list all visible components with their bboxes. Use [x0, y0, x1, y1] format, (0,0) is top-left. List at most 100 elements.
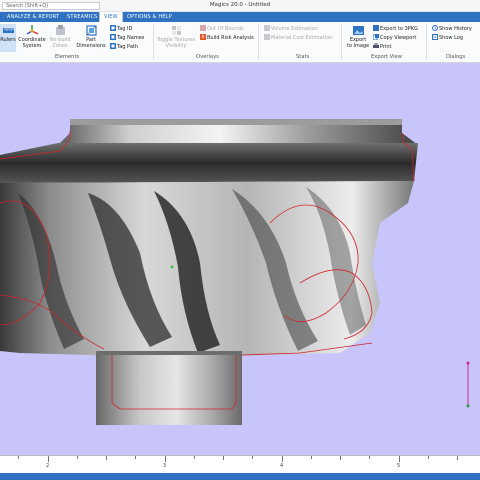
- history-icon: [432, 25, 438, 31]
- tag-icon: [110, 34, 116, 40]
- print-icon: [373, 43, 379, 49]
- title-bar: Search (Shift+Q) Magics 20.0 - Untitled: [0, 0, 480, 12]
- tag-names-button[interactable]: Tag Names: [110, 34, 144, 41]
- impeller-model: [0, 119, 470, 425]
- tab-options-help[interactable]: OPTIONS & HELP: [127, 12, 172, 22]
- top-hub: [0, 119, 418, 183]
- ruler-tick: [340, 456, 341, 460]
- window-title: Magics 20.0 - Untitled: [209, 2, 271, 8]
- axis-indicator: [466, 361, 470, 408]
- ruler-tick: [282, 456, 283, 462]
- export-image-label-2: to Image: [346, 42, 370, 49]
- ruler-tick: [399, 456, 400, 462]
- ruler-tick: [106, 456, 107, 460]
- 3d-viewport[interactable]: [0, 63, 480, 455]
- rulers-button[interactable]: Rulers: [0, 24, 16, 52]
- ruler-icon: [2, 24, 15, 37]
- part-dimensions-icon: [85, 24, 98, 37]
- ruler-tick: [457, 456, 458, 460]
- dialogs-group-label: Dialogs: [446, 54, 466, 60]
- copy-icon: [372, 34, 379, 41]
- material-cost-label: Material Cost Estimation: [271, 35, 333, 41]
- tag-path-button[interactable]: Tag Path: [110, 43, 138, 50]
- ruler-tick: [48, 456, 49, 462]
- tag-path-label: Tag Path: [117, 44, 139, 50]
- cost-icon: [264, 34, 270, 40]
- texture-icon: [170, 24, 183, 37]
- ruler-label: 3: [163, 463, 167, 469]
- build-risk-button[interactable]: Build Risk Analysis: [200, 34, 254, 41]
- material-cost-button[interactable]: Material Cost Estimation: [264, 34, 332, 41]
- ribbon: Rulers Coordinate System No-build Zones …: [0, 22, 480, 63]
- ruler-tick: [428, 456, 429, 459]
- ruler-tick: [18, 456, 19, 459]
- overlays-group-label: Overlays: [196, 54, 219, 60]
- export-view-group-label: Export View: [371, 54, 402, 60]
- status-bar: [0, 473, 480, 480]
- build-risk-label: Build Risk Analysis: [207, 35, 254, 41]
- rulers-label: Rulers: [0, 37, 16, 43]
- ribbon-tabs: ANALYZE & REPORT STREAMICS VIEW OPTIONS …: [0, 12, 480, 22]
- group-separator: [258, 24, 259, 60]
- elements-group-label: Elements: [55, 54, 80, 60]
- selection-marker: [170, 265, 174, 269]
- ruler-tick: [369, 456, 370, 459]
- coordinate-system-icon: [26, 24, 39, 37]
- ruler-tick: [194, 456, 195, 459]
- export-3pkg-label: Export to 3PKG: [380, 26, 418, 32]
- export-package-icon: [373, 25, 379, 31]
- show-log-button[interactable]: Show Log: [432, 34, 463, 41]
- ruler-tick: [252, 456, 253, 459]
- out-of-bounds-button[interactable]: Out Of Bounds: [200, 25, 244, 32]
- ruler-tick: [135, 456, 136, 459]
- tag-icon: [110, 25, 116, 31]
- group-separator: [153, 24, 154, 60]
- group-separator: [426, 24, 427, 60]
- group-separator: [341, 24, 342, 60]
- no-build-zones-button[interactable]: No-build Zones: [48, 24, 72, 49]
- out-of-bounds-label: Out Of Bounds: [207, 26, 244, 32]
- copy-viewport-button[interactable]: Copy Viewport: [372, 34, 417, 41]
- tag-id-label: Tag ID: [117, 26, 133, 32]
- ruler-label: 2: [46, 463, 50, 469]
- show-log-label: Show Log: [439, 35, 464, 41]
- coordinate-system-button[interactable]: Coordinate System: [18, 24, 46, 49]
- ruler-tick: [77, 456, 78, 459]
- show-history-button[interactable]: Show History: [432, 25, 472, 32]
- tag-icon: [110, 43, 116, 49]
- stats-group-label: Stats: [296, 54, 310, 60]
- bottom-shaft: [96, 351, 242, 425]
- export-to-image-button[interactable]: Export to Image: [345, 24, 371, 49]
- tag-names-label: Tag Names: [117, 35, 145, 41]
- print-label: Print: [380, 44, 392, 50]
- ruler-label: 4: [280, 463, 284, 469]
- toggle-textures-label-2: Visibility: [165, 42, 187, 49]
- coordinate-label-2: System: [22, 42, 42, 49]
- volume-estimation-label: Volume Estimation: [271, 26, 318, 32]
- no-build-zones-icon: [54, 24, 67, 37]
- tab-analyze-report[interactable]: ANALYZE & REPORT: [7, 12, 59, 22]
- ruler-tick: [311, 456, 312, 459]
- magics-window: Search (Shift+Q) Magics 20.0 - Untitled …: [0, 0, 480, 480]
- out-of-bounds-icon: [200, 25, 206, 31]
- show-history-label: Show History: [439, 26, 472, 32]
- ruler-label: 5: [397, 463, 401, 469]
- part-dims-label-2: Dimensions: [76, 42, 106, 49]
- print-button[interactable]: Print: [373, 43, 392, 50]
- part-dimensions-button[interactable]: Part Dimensions: [76, 24, 106, 49]
- volume-estimation-button[interactable]: Volume Estimation: [264, 25, 318, 32]
- no-build-label-2: Zones: [52, 42, 68, 49]
- copy-viewport-label: Copy Viewport: [380, 35, 417, 41]
- build-risk-icon: [200, 34, 206, 40]
- ruler-tick: [223, 456, 224, 460]
- horizontal-ruler: 2 3 4 5: [0, 455, 480, 473]
- ruler-tick: [165, 456, 166, 462]
- impeller-body: [0, 181, 414, 359]
- toggle-textures-button[interactable]: Toggle Textures Visibility: [156, 24, 196, 49]
- volume-icon: [264, 25, 270, 31]
- tag-id-button[interactable]: Tag ID: [110, 25, 132, 32]
- export-3pkg-button[interactable]: Export to 3PKG: [373, 25, 418, 32]
- tab-view[interactable]: VIEW: [99, 12, 123, 22]
- tab-streamics[interactable]: STREAMICS: [67, 12, 98, 22]
- log-icon: [432, 34, 438, 40]
